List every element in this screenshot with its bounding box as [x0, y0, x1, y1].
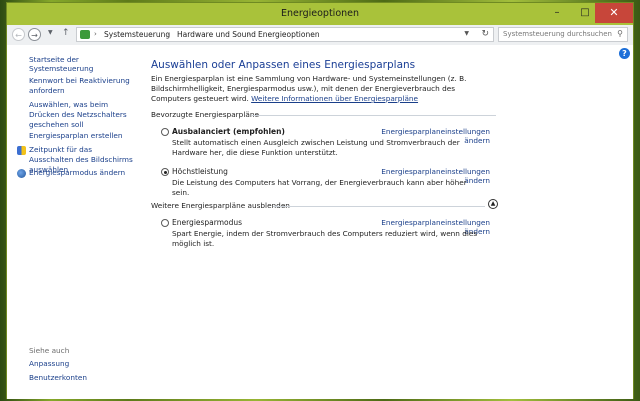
- more-info-link[interactable]: Weitere Informationen über Energiesparpl…: [251, 94, 418, 103]
- plan-name-high-performance[interactable]: Höchstleistung: [172, 167, 228, 176]
- plan-radio-power-saver[interactable]: [161, 219, 169, 227]
- address-bar: ← → ▼ ↑ › Systemsteuerung › Hardware und…: [7, 25, 633, 46]
- sidebar-item-personalization[interactable]: Anpassung: [29, 359, 133, 369]
- intro-text: Ein Energiesparplan ist eine Sammlung vo…: [151, 74, 481, 104]
- divider: [251, 115, 496, 116]
- refresh-icon[interactable]: ↻: [481, 29, 489, 39]
- plan-desc-power-saver: Spart Energie, indem der Stromverbrauch …: [172, 229, 478, 248]
- breadcrumb-separator[interactable]: ›: [94, 30, 97, 38]
- breadcrumb-separator[interactable]: ›: [248, 30, 251, 38]
- help-icon[interactable]: ?: [619, 48, 630, 59]
- forward-button[interactable]: →: [28, 28, 41, 41]
- see-also-heading: Siehe auch: [29, 346, 70, 355]
- sidebar-item-home[interactable]: Startseite der Systemsteuerung: [29, 55, 135, 73]
- window-title: Energieoptionen: [280, 8, 360, 19]
- up-button[interactable]: ↑: [62, 28, 70, 38]
- sidebar-item-create-plan[interactable]: Energiesparplan erstellen: [29, 131, 133, 141]
- collapse-chevron-up-icon[interactable]: ▲: [488, 199, 498, 209]
- plan-radio-high-performance[interactable]: [161, 168, 169, 176]
- hidden-plans-heading[interactable]: Weitere Energiesparpläne ausblenden: [151, 201, 290, 210]
- sidebar-item-power-button[interactable]: Auswählen, was beim Drücken des Netzscha…: [29, 100, 133, 130]
- back-button[interactable]: ←: [12, 28, 25, 41]
- breadcrumb-hardware-und-sound[interactable]: Hardware und Sound: [177, 30, 256, 39]
- address-chevron-down-icon[interactable]: ▼: [464, 30, 469, 37]
- page-title: Auswählen oder Anpassen eines Energiespa…: [151, 59, 416, 71]
- moon-icon: [17, 169, 26, 178]
- plan-name-power-saver[interactable]: Energiesparmodus: [172, 218, 242, 227]
- plan-radio-balanced[interactable]: [161, 128, 169, 136]
- plan-name-balanced[interactable]: Ausbalanciert (empfohlen): [172, 127, 285, 136]
- main-panel: ? Auswählen oder Anpassen eines Energies…: [147, 45, 633, 399]
- search-icon[interactable]: ⚲: [617, 29, 623, 38]
- preferred-plans-heading: Bevorzugte Energiesparpläne: [151, 110, 259, 119]
- breadcrumb-systemsteuerung[interactable]: Systemsteuerung: [104, 30, 170, 39]
- close-button[interactable]: ✕: [595, 3, 633, 23]
- breadcrumb-energieoptionen[interactable]: Energieoptionen: [258, 30, 320, 39]
- search-input[interactable]: Systemsteuerung durchsuchen: [503, 30, 612, 38]
- control-panel-icon: [80, 30, 90, 39]
- plan-desc-balanced: Stellt automatisch einen Ausgleich zwisc…: [172, 138, 460, 157]
- search-box[interactable]: Systemsteuerung durchsuchen ⚲: [498, 27, 628, 42]
- sidebar-item-user-accounts[interactable]: Benutzerkonten: [29, 373, 133, 383]
- shield-icon: [17, 146, 26, 155]
- sidebar-item-password-on-wake[interactable]: Kennwort bei Reaktivierung anfordern: [29, 76, 133, 96]
- sidebar: Startseite der Systemsteuerung Kennwort …: [7, 45, 135, 399]
- divider: [273, 206, 485, 207]
- title-bar: Energieoptionen – □ ✕: [7, 3, 633, 25]
- breadcrumb[interactable]: › Systemsteuerung › Hardware und Sound ›…: [76, 27, 494, 42]
- breadcrumb-separator[interactable]: ›: [167, 30, 170, 38]
- plan-desc-high-performance: Die Leistung des Computers hat Vorrang, …: [172, 178, 467, 197]
- energy-options-window: Energieoptionen – □ ✕ ← → ▼ ↑ › Systemst…: [6, 2, 634, 399]
- minimize-button[interactable]: –: [542, 3, 572, 23]
- content-area: Startseite der Systemsteuerung Kennwort …: [7, 45, 633, 399]
- sidebar-item-sleep[interactable]: Energiesparmodus ändern: [29, 168, 133, 178]
- recent-pages-chevron-down-icon[interactable]: ▼: [48, 29, 53, 36]
